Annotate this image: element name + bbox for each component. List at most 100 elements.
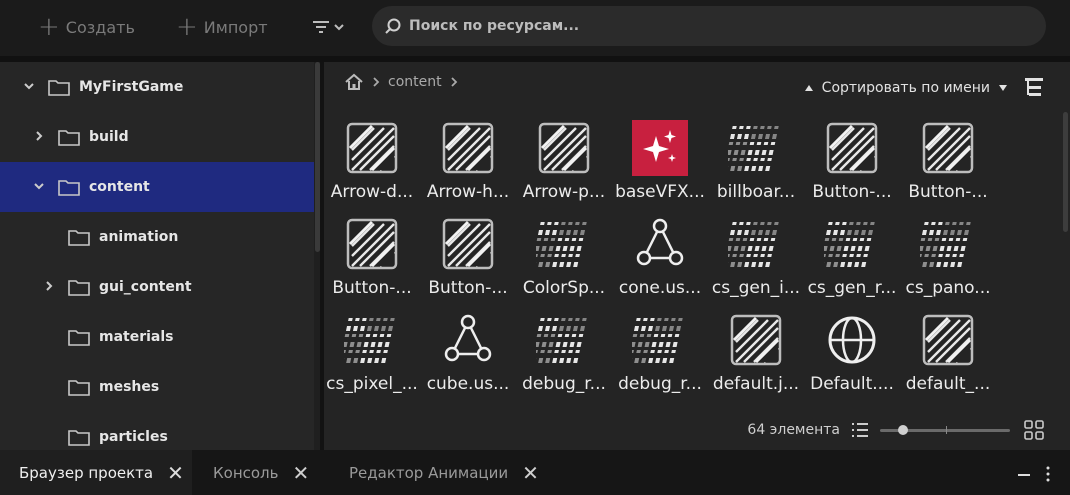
chevron-right-icon[interactable] [450,77,458,87]
create-button[interactable]: + Создать [38,14,135,40]
chevron-down-icon[interactable] [24,81,34,91]
close-icon[interactable]: ✕ [522,461,539,485]
folder-icon [58,130,80,146]
tree-view-icon[interactable] [1024,76,1044,98]
import-button[interactable]: + Импорт [176,14,268,40]
asset-item[interactable]: debug_r... [516,312,612,404]
shader-icon [536,318,587,363]
shader-icon [920,222,971,267]
tree-item-content[interactable]: content [0,162,314,212]
toolbar: + Создать + Импорт Поиск по ресурсам... [0,0,1070,56]
asset-item[interactable]: default.j... [708,312,804,404]
filter-button[interactable] [312,14,344,40]
asset-item[interactable]: Button-... [900,120,996,212]
more-options-icon[interactable] [1046,466,1050,482]
chevron-right-icon[interactable] [34,131,44,141]
texture-icon [442,218,494,270]
search-input[interactable]: Поиск по ресурсам... [372,6,1046,46]
asset-name: Arrow-p... [522,182,606,202]
asset-item[interactable]: Arrow-p... [516,120,612,212]
asset-item[interactable]: cs_gen_r... [804,216,900,308]
asset-browser: content Сортировать по имени Arrow-d... A… [324,62,1070,450]
tab-project-browser[interactable]: Браузер проекта ✕ [0,450,192,495]
close-icon[interactable]: ✕ [293,461,310,485]
asset-item[interactable]: cs_gen_i... [708,216,804,308]
tree-item-myfirstgame[interactable]: MyFirstGame [0,62,314,112]
vfx-sparkle-icon [632,120,688,176]
search-icon [385,18,401,34]
asset-item[interactable]: Button-... [420,216,516,308]
chevron-down-icon [999,85,1007,91]
chevron-right-icon [373,77,380,87]
asset-name: Arrow-d... [330,182,414,202]
asset-item[interactable]: Button-... [324,216,420,308]
chevron-down-icon[interactable] [34,181,44,191]
texture-icon [442,122,494,174]
folder-tree: MyFirstGame build content animation gui_… [0,62,314,450]
asset-name: Button-... [428,278,508,298]
tree-item-build[interactable]: build [0,112,314,162]
tree-item-label: build [89,129,129,145]
search-placeholder: Поиск по ресурсам... [409,18,580,34]
grid-view-icon[interactable] [1024,420,1044,440]
asset-item[interactable]: cone.us... [612,216,708,308]
tree-item-label: animation [99,229,179,245]
asset-name: cs_gen_r... [807,278,897,298]
close-icon[interactable]: ✕ [167,461,184,485]
chevron-right-icon[interactable] [44,281,54,291]
thumbnail-size-slider[interactable] [880,425,1010,435]
asset-name: cs_pano... [905,278,991,298]
breadcrumb-item[interactable]: content [388,74,442,90]
tab-animation-editor[interactable]: Редактор Анимации ✕ [349,450,539,495]
asset-item[interactable]: Button-... [804,120,900,212]
sort-dropdown[interactable]: Сортировать по имени [804,78,1008,98]
asset-item[interactable]: Arrow-d... [324,120,420,212]
folder-icon [58,180,80,196]
asset-item[interactable]: baseVFX... [612,120,708,212]
asset-name: Button-... [812,182,892,202]
import-label: Импорт [203,17,268,37]
material-sphere-icon [828,316,876,364]
plus-icon: + [176,12,198,42]
sort-ascending-icon[interactable] [804,84,814,92]
folder-icon [68,330,90,346]
shader-icon [728,126,779,171]
asset-item[interactable]: cube.us... [420,312,516,404]
texture-icon [346,122,398,174]
tree-item-meshes[interactable]: meshes [0,362,314,412]
asset-item[interactable]: debug_r... [612,312,708,404]
item-count: 64 элемента [747,422,840,438]
asset-item[interactable]: Default.... [804,312,900,404]
texture-icon [922,122,974,174]
tree-item-materials[interactable]: materials [0,312,314,362]
tree-item-label: MyFirstGame [79,79,184,95]
texture-icon [826,122,878,174]
texture-icon [922,314,974,366]
tree-item-gui-content[interactable]: gui_content [0,262,314,312]
asset-item[interactable]: default_... [900,312,996,404]
asset-item[interactable]: Arrow-h... [420,120,516,212]
asset-name: Button-... [908,182,988,202]
tab-label: Консоль [213,463,279,482]
mesh-icon [636,218,684,266]
asset-item[interactable]: billboar... [708,120,804,212]
tree-item-label: content [89,179,150,195]
home-icon[interactable] [344,73,364,91]
asset-item[interactable]: cs_pano... [900,216,996,308]
tab-console[interactable]: Консоль ✕ [213,450,309,495]
plus-icon: + [38,12,60,42]
tree-item-label: particles [99,429,168,445]
asset-item[interactable]: ColorSp... [516,216,612,308]
asset-name: cube.us... [426,374,510,394]
sort-label: Сортировать по имени [821,80,990,96]
asset-item[interactable]: cs_pixel_... [324,312,420,404]
list-view-icon[interactable] [852,422,868,438]
tree-item-animation[interactable]: animation [0,212,314,262]
tree-item-label: meshes [99,379,160,395]
asset-scrollbar[interactable] [1063,112,1068,232]
asset-name: default.j... [712,374,800,394]
minimize-icon[interactable] [1018,474,1030,476]
asset-name: ColorSp... [522,278,606,298]
slider-handle[interactable] [898,425,909,435]
asset-name: default_... [905,374,991,394]
